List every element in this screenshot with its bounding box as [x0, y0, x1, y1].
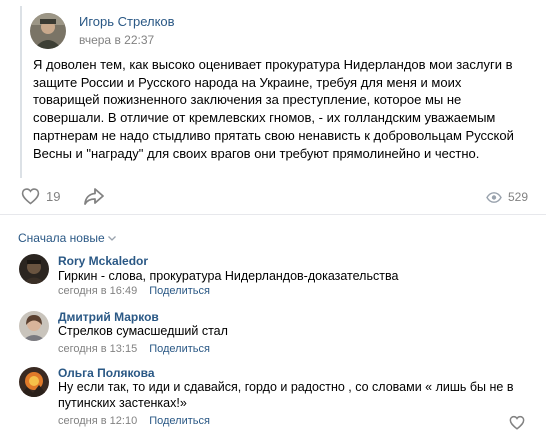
- comment-time[interactable]: сегодня в 12:10: [58, 415, 137, 427]
- comment-author[interactable]: Ольга Полякова: [58, 366, 155, 380]
- like-button[interactable]: 19: [21, 187, 60, 205]
- comment-item: Rory Mckaledor Гиркин - слова, прокурату…: [0, 253, 546, 303]
- comment-text: Стрелков сумасшедший стал: [58, 324, 228, 338]
- comment-text: Ну если так, то иди и сдавайся, гордо и …: [58, 380, 514, 410]
- comment-item: Ольга Полякова Ну если так, то иди и сда…: [0, 366, 546, 431]
- post-time[interactable]: вчера в 22:37: [79, 33, 154, 47]
- author-avatar[interactable]: [30, 13, 66, 49]
- heart-outline-icon: [509, 415, 525, 430]
- comment-avatar[interactable]: [19, 367, 49, 397]
- share-button[interactable]: [83, 186, 105, 206]
- post-card: Игорь Стрелков вчера в 22:37 Я доволен т…: [0, 0, 546, 214]
- sort-label: Сначала новые: [18, 231, 105, 245]
- comment-time[interactable]: сегодня в 13:15: [58, 343, 137, 355]
- comment-share-link[interactable]: Поделиться: [149, 343, 210, 355]
- views-count: 529: [507, 190, 528, 204]
- eye-icon: [486, 191, 502, 203]
- comment-text: Гиркин - слова, прокуратура Нидерландов-…: [58, 269, 399, 283]
- comment-meta: сегодня в 13:15 Поделиться: [58, 343, 210, 355]
- comment-item: Дмитрий Марков Стрелков сумасшедший стал…: [0, 310, 546, 360]
- comment-author[interactable]: Rory Mckaledor: [58, 254, 148, 268]
- comment-time[interactable]: сегодня в 16:49: [58, 285, 137, 297]
- comment-avatar[interactable]: [19, 254, 49, 284]
- comment-author[interactable]: Дмитрий Марков: [58, 310, 159, 324]
- post-author-name[interactable]: Игорь Стрелков: [79, 14, 175, 29]
- share-arrow-icon: [84, 188, 104, 205]
- comment-avatar[interactable]: [19, 311, 49, 341]
- heart-outline-icon: [21, 188, 40, 205]
- quote-bar: [20, 6, 22, 178]
- comment-share-link[interactable]: Поделиться: [149, 285, 210, 297]
- comment-share-link[interactable]: Поделиться: [149, 415, 210, 427]
- sort-dropdown[interactable]: Сначала новые: [18, 231, 116, 245]
- chevron-down-icon: [107, 235, 116, 241]
- views-counter: 529: [486, 190, 528, 204]
- post-text: Я доволен тем, как высоко оценивает прок…: [33, 57, 514, 161]
- like-count: 19: [46, 188, 61, 204]
- divider: [0, 214, 546, 215]
- comment-meta: сегодня в 16:49 Поделиться: [58, 285, 210, 297]
- comment-meta: сегодня в 12:10 Поделиться: [58, 415, 210, 427]
- comment-like-button[interactable]: [509, 415, 525, 430]
